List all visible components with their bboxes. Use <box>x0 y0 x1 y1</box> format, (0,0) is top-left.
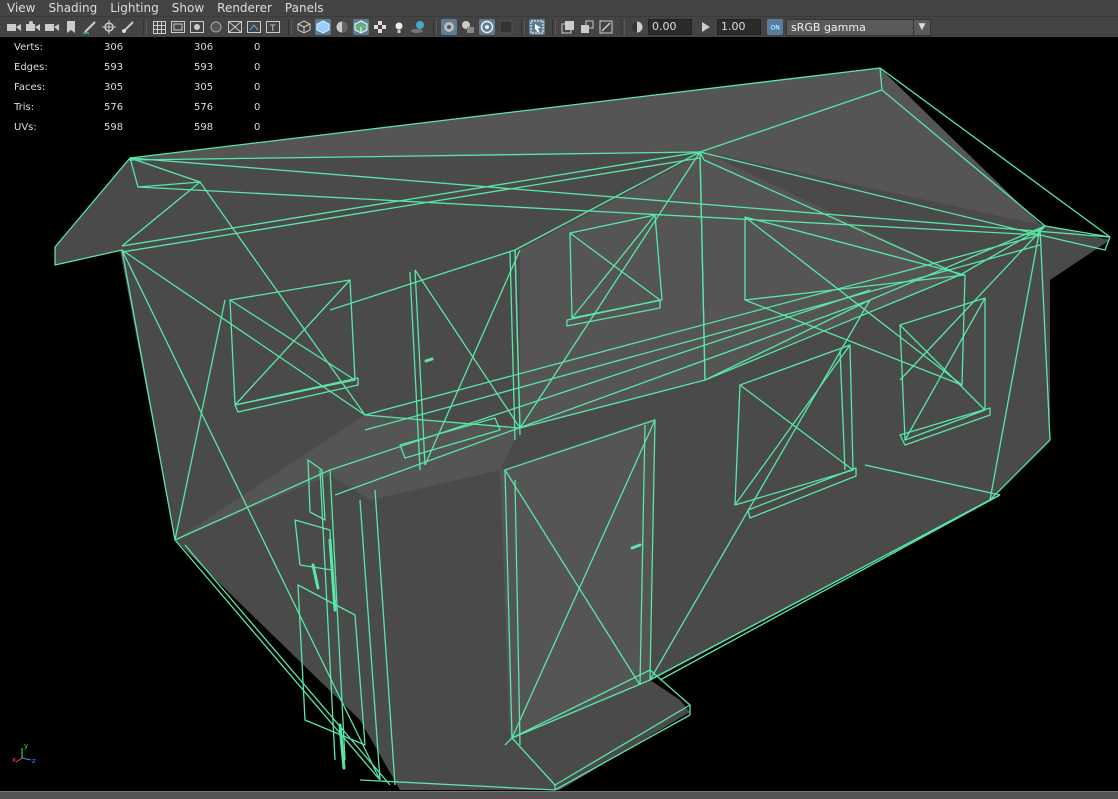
hud-label: UVs: <box>14 121 37 133</box>
menu-renderer[interactable]: Renderer <box>210 0 278 16</box>
menu-lighting[interactable]: Lighting <box>103 0 165 16</box>
hud-row-faces: Faces: 305 305 0 <box>14 77 344 97</box>
hud-label: Edges: <box>14 61 48 73</box>
image-plane-icon[interactable] <box>63 19 79 35</box>
toolbar-separator <box>143 19 147 35</box>
grid-icon[interactable] <box>151 19 167 35</box>
hud-value: 305 <box>194 81 214 93</box>
shadows-icon[interactable] <box>410 19 426 35</box>
select-camera-icon[interactable] <box>6 19 22 35</box>
ambient-occlusion-icon[interactable] <box>498 19 514 35</box>
axis-y-label: y <box>24 742 28 750</box>
toolbar-separator <box>552 19 556 35</box>
menu-panels[interactable]: Panels <box>278 0 330 16</box>
hud-value: 598 <box>104 121 124 133</box>
hud-label: Tris: <box>14 101 35 113</box>
bookmarks-icon[interactable] <box>44 19 60 35</box>
menu-view[interactable]: View <box>0 0 41 16</box>
field-chart-icon[interactable] <box>227 19 243 35</box>
screen-space-ao-icon[interactable] <box>579 19 595 35</box>
safe-title-icon[interactable]: T <box>265 19 281 35</box>
use-default-material-icon[interactable] <box>334 19 350 35</box>
hud-value: 306 <box>104 41 124 53</box>
hud-value: 306 <box>194 41 214 53</box>
lighting-icon[interactable] <box>391 19 407 35</box>
svg-text:T: T <box>269 24 276 33</box>
hud-value: 0 <box>254 121 261 133</box>
hud-value: 0 <box>254 101 261 113</box>
textured-icon[interactable] <box>372 19 388 35</box>
hud-label: Faces: <box>14 81 46 93</box>
view-axis-gizmo: y x z <box>12 742 36 765</box>
depth-of-field-icon[interactable] <box>598 19 614 35</box>
hud-row-verts: Verts: 306 306 0 <box>14 37 344 57</box>
toolbar-separator <box>521 19 525 35</box>
exposure-field[interactable]: 0.00 <box>648 19 692 35</box>
hud-value: 593 <box>194 61 214 73</box>
hud-row-uvs: UVs: 598 598 0 <box>14 117 344 137</box>
xray-icon[interactable] <box>441 19 457 35</box>
color-management-icon[interactable]: ON <box>767 19 783 35</box>
wireframe-on-shaded-icon[interactable] <box>353 19 369 35</box>
hud-value: 593 <box>104 61 124 73</box>
xray-joints-icon[interactable] <box>460 19 476 35</box>
toolbar-separator <box>288 19 292 35</box>
hud-value: 305 <box>104 81 124 93</box>
svg-text:ON: ON <box>771 25 780 32</box>
gate-mask-icon[interactable] <box>208 19 224 35</box>
toolbar-separator <box>621 19 625 35</box>
paint-brush-icon[interactable] <box>120 19 136 35</box>
menu-shading[interactable]: Shading <box>41 0 103 16</box>
resolution-gate-icon[interactable] <box>189 19 205 35</box>
gamma-icon[interactable] <box>698 19 714 35</box>
gamma-field[interactable]: 1.00 <box>717 19 761 35</box>
two-d-pan-zoom-icon[interactable] <box>101 19 117 35</box>
hud-value: 0 <box>254 81 261 93</box>
axis-z-label: z <box>32 757 36 765</box>
hud-value: 576 <box>194 101 214 113</box>
toolbar-separator <box>433 19 437 35</box>
house-wireframe-model[interactable] <box>0 37 1118 791</box>
camera-attributes-icon[interactable] <box>25 19 41 35</box>
smooth-shade-icon[interactable] <box>315 19 331 35</box>
hud-row-edges: Edges: 593 593 0 <box>14 57 344 77</box>
hud-value: 598 <box>194 121 214 133</box>
safe-action-icon[interactable] <box>246 19 262 35</box>
isolate-select-icon[interactable] <box>529 19 545 35</box>
grease-pencil-icon[interactable] <box>82 19 98 35</box>
viewport-toolbar: T 0.00 1.00 ON sRGB gamma ▼ <box>0 16 1118 37</box>
hud-label: Verts: <box>14 41 43 53</box>
hud-value: 576 <box>104 101 124 113</box>
poly-count-hud: Verts: 306 306 0 Edges: 593 593 0 Faces:… <box>14 37 344 137</box>
viewport-menu-bar: View Shading Lighting Show Renderer Pane… <box>0 0 1118 16</box>
color-space-select[interactable]: sRGB gamma <box>786 18 914 36</box>
axis-x-label: x <box>12 756 16 764</box>
perspective-viewport[interactable]: Verts: 306 306 0 Edges: 593 593 0 Faces:… <box>0 37 1118 791</box>
multisample-aa-icon[interactable] <box>560 19 576 35</box>
exposure-icon[interactable] <box>629 19 645 35</box>
xray-active-components-icon[interactable] <box>479 19 495 35</box>
hud-value: 0 <box>254 41 261 53</box>
hud-value: 0 <box>254 61 261 73</box>
film-gate-icon[interactable] <box>170 19 186 35</box>
menu-show[interactable]: Show <box>165 0 210 16</box>
wireframe-icon[interactable] <box>296 19 312 35</box>
chevron-down-icon[interactable]: ▼ <box>914 18 931 36</box>
hud-row-tris: Tris: 576 576 0 <box>14 97 344 117</box>
